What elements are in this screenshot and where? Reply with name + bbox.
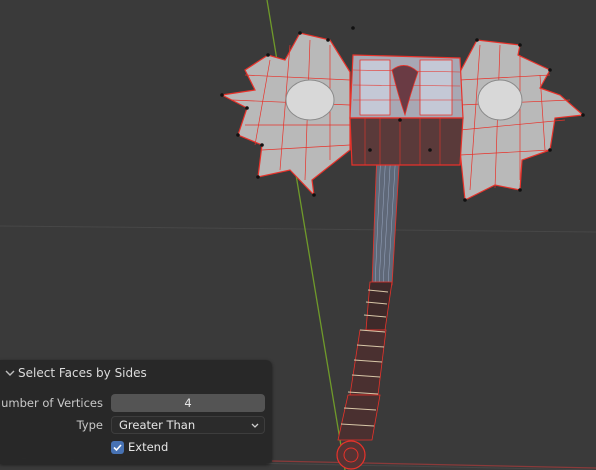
extend-row: Extend	[0, 437, 272, 457]
extend-checkbox[interactable]	[111, 440, 124, 454]
panel-title: Select Faces by Sides	[18, 366, 147, 380]
number-of-vertices-label: Number of Vertices	[0, 396, 103, 410]
type-row: Type Greater Than	[0, 415, 272, 435]
checkmark-icon	[113, 443, 122, 451]
chevron-down-icon	[251, 423, 259, 428]
extend-toggle[interactable]: Extend	[111, 440, 168, 454]
number-of-vertices-field[interactable]: 4	[111, 394, 265, 412]
axe-head-block	[349, 54, 464, 166]
chevron-down-icon[interactable]	[2, 365, 18, 381]
type-label: Type	[76, 418, 103, 432]
operator-redo-panel: Select Faces by Sides Number of Vertices…	[0, 360, 272, 464]
panel-header[interactable]: Select Faces by Sides	[0, 362, 272, 384]
type-dropdown[interactable]: Greater Than	[111, 416, 265, 434]
extend-label: Extend	[128, 440, 169, 454]
type-dropdown-value: Greater Than	[119, 418, 196, 432]
number-of-vertices-row: Number of Vertices 4	[0, 393, 272, 413]
